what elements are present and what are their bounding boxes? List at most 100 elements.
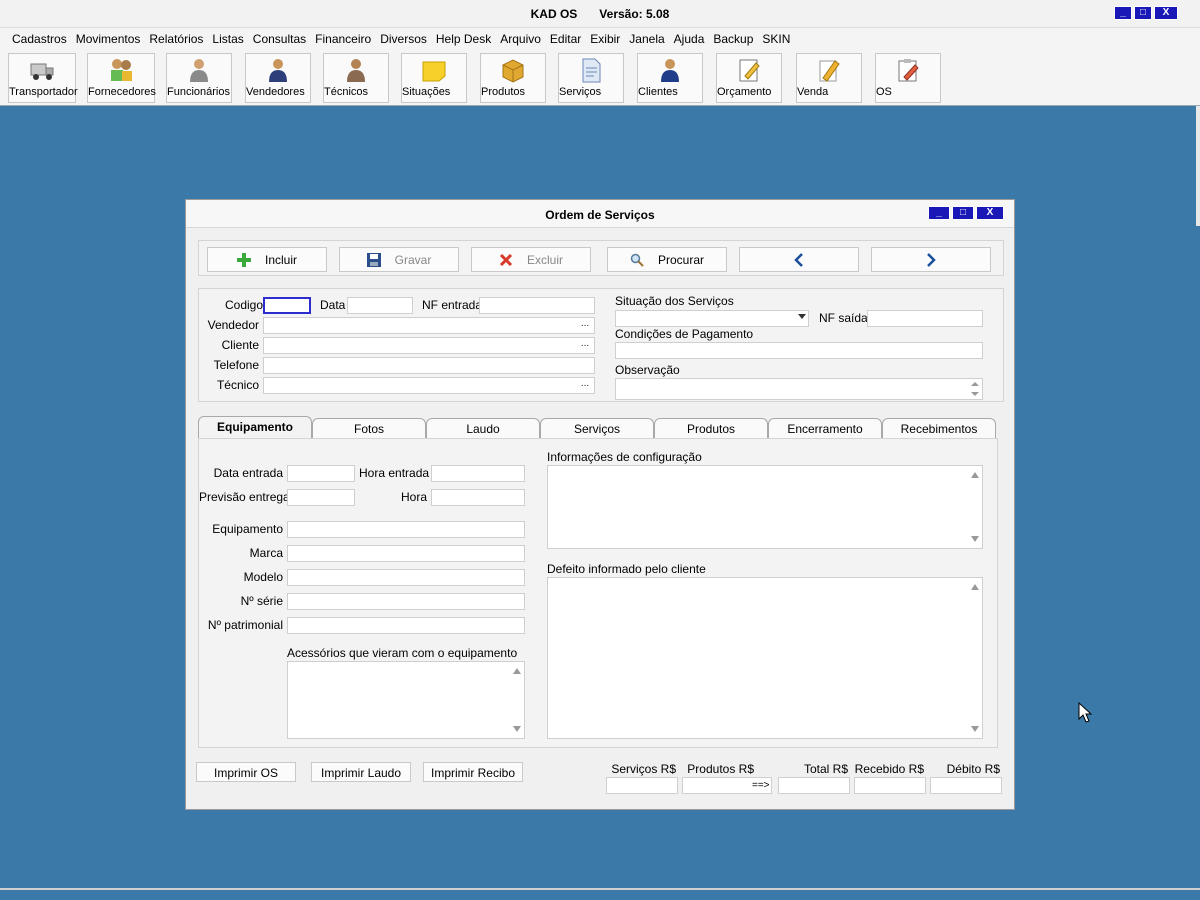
cliente-label: Cliente xyxy=(221,338,259,352)
menu-skin[interactable]: SKIN xyxy=(762,32,790,46)
patrimonial-field[interactable] xyxy=(287,617,525,634)
chevron-down-icon[interactable] xyxy=(798,314,806,319)
tecnico-lookup-icon[interactable]: ... xyxy=(577,379,593,392)
scroll-down-icon[interactable] xyxy=(971,392,979,396)
nf-saida-field[interactable] xyxy=(867,310,983,327)
condicoes-field[interactable] xyxy=(615,342,983,359)
hora-entrada-field[interactable] xyxy=(431,465,525,482)
dialog-maximize-icon[interactable]: □ xyxy=(952,206,974,220)
codigo-field[interactable] xyxy=(263,297,311,314)
tab-produtos[interactable]: Produtos xyxy=(654,418,768,438)
data-field[interactable] xyxy=(347,297,413,314)
vendedor-field[interactable]: ... xyxy=(263,317,595,334)
menu-arquivo[interactable]: Arquivo xyxy=(500,32,541,46)
clientes-button[interactable]: Clientes xyxy=(637,53,703,103)
tecnicos-button[interactable]: Técnicos xyxy=(323,53,389,103)
observacao-scrollbar[interactable] xyxy=(968,379,982,399)
previous-record-button[interactable] xyxy=(739,247,859,272)
gravar-button[interactable]: Gravar xyxy=(339,247,459,272)
menu-diversos[interactable]: Diversos xyxy=(380,32,427,46)
info-config-textarea[interactable] xyxy=(547,465,983,549)
hora-field[interactable] xyxy=(431,489,525,506)
fornecedores-button[interactable]: Fornecedores xyxy=(87,53,156,103)
tab-recebimentos[interactable]: Recebimentos xyxy=(882,418,996,438)
scroll-down-icon[interactable] xyxy=(971,726,979,732)
dialog-close-icon[interactable]: X xyxy=(976,206,1004,220)
menu-relatorios[interactable]: Relatórios xyxy=(149,32,203,46)
scroll-down-icon[interactable] xyxy=(971,536,979,542)
tab-fotos[interactable]: Fotos xyxy=(312,418,426,438)
telefone-field[interactable] xyxy=(263,357,595,374)
menu-financeiro[interactable]: Financeiro xyxy=(315,32,371,46)
nf-entrada-field[interactable] xyxy=(479,297,595,314)
venda-button[interactable]: Venda xyxy=(796,53,862,103)
hora-label: Hora xyxy=(400,490,427,504)
nf-saida-label: NF saída xyxy=(819,311,868,325)
menu-movimentos[interactable]: Movimentos xyxy=(76,32,141,46)
sticky-note-icon xyxy=(422,61,446,82)
modelo-label: Modelo xyxy=(243,570,283,584)
tab-servicos[interactable]: Serviços xyxy=(540,418,654,438)
serie-field[interactable] xyxy=(287,593,525,610)
next-record-button[interactable] xyxy=(871,247,991,272)
servicos-button[interactable]: Serviços xyxy=(558,53,624,103)
scroll-down-icon[interactable] xyxy=(513,726,521,732)
tecnico-field[interactable]: ... xyxy=(263,377,595,394)
procurar-button[interactable]: Procurar xyxy=(607,247,727,272)
menu-listas[interactable]: Listas xyxy=(212,32,243,46)
scroll-up-icon[interactable] xyxy=(971,472,979,478)
cliente-field[interactable]: ... xyxy=(263,337,595,354)
orcamento-button[interactable]: Orçamento xyxy=(716,53,782,103)
menu-editar[interactable]: Editar xyxy=(550,32,581,46)
info-config-scrollbar[interactable] xyxy=(968,466,982,548)
situacao-select[interactable] xyxy=(615,310,809,327)
tab-laudo[interactable]: Laudo xyxy=(426,418,540,438)
maximize-icon[interactable]: □ xyxy=(1134,6,1152,20)
menu-janela[interactable]: Janela xyxy=(629,32,664,46)
incluir-button[interactable]: Incluir xyxy=(207,247,327,272)
vendedores-button[interactable]: Vendedores xyxy=(245,53,311,103)
menu-cadastros[interactable]: Cadastros xyxy=(12,32,67,46)
main-toolbar: Transportador Fornecedores Funcionários … xyxy=(0,50,1200,106)
scroll-up-icon[interactable] xyxy=(971,382,979,386)
defeito-scrollbar[interactable] xyxy=(968,578,982,738)
mouse-cursor-icon xyxy=(1078,702,1092,723)
tab-encerramento[interactable]: Encerramento xyxy=(768,418,882,438)
data-entrada-field[interactable] xyxy=(287,465,355,482)
excluir-button[interactable]: Excluir xyxy=(471,247,591,272)
tab-equipamento[interactable]: Equipamento xyxy=(198,416,312,438)
acessorios-textarea[interactable] xyxy=(287,661,525,739)
menu-exibir[interactable]: Exibir xyxy=(590,32,620,46)
menu-consultas[interactable]: Consultas xyxy=(253,32,306,46)
menu-ajuda[interactable]: Ajuda xyxy=(674,32,705,46)
imprimir-os-button[interactable]: Imprimir OS xyxy=(196,762,296,782)
imprimir-recibo-button[interactable]: Imprimir Recibo xyxy=(423,762,523,782)
menu-help-desk[interactable]: Help Desk xyxy=(436,32,491,46)
scroll-up-icon[interactable] xyxy=(513,668,521,674)
menu-backup[interactable]: Backup xyxy=(713,32,753,46)
imprimir-laudo-button[interactable]: Imprimir Laudo xyxy=(311,762,411,782)
cliente-lookup-icon[interactable]: ... xyxy=(577,339,593,352)
gravar-label: Gravar xyxy=(394,252,432,267)
previsao-field[interactable] xyxy=(287,489,355,506)
minimize-icon[interactable]: _ xyxy=(1114,6,1132,20)
vendedor-lookup-icon[interactable]: ... xyxy=(577,319,593,332)
produtos-button[interactable]: Produtos xyxy=(480,53,546,103)
os-button[interactable]: OS xyxy=(875,53,941,103)
servicos-total-field xyxy=(606,777,678,794)
app-version: Versão: 5.08 xyxy=(599,7,670,21)
close-icon[interactable]: X xyxy=(1154,6,1178,20)
pencil-icon xyxy=(819,60,840,82)
dialog-minimize-icon[interactable]: _ xyxy=(928,206,950,220)
tecnicos-label: Técnicos xyxy=(324,86,369,98)
observacao-textarea[interactable] xyxy=(615,378,983,400)
acessorios-scrollbar[interactable] xyxy=(510,662,524,738)
modelo-field[interactable] xyxy=(287,569,525,586)
situacoes-button[interactable]: Situações xyxy=(401,53,467,103)
equipamento-field[interactable] xyxy=(287,521,525,538)
transportador-button[interactable]: Transportador xyxy=(8,53,78,103)
scroll-up-icon[interactable] xyxy=(971,584,979,590)
defeito-textarea[interactable] xyxy=(547,577,983,739)
marca-field[interactable] xyxy=(287,545,525,562)
funcionarios-button[interactable]: Funcionários xyxy=(166,53,232,103)
